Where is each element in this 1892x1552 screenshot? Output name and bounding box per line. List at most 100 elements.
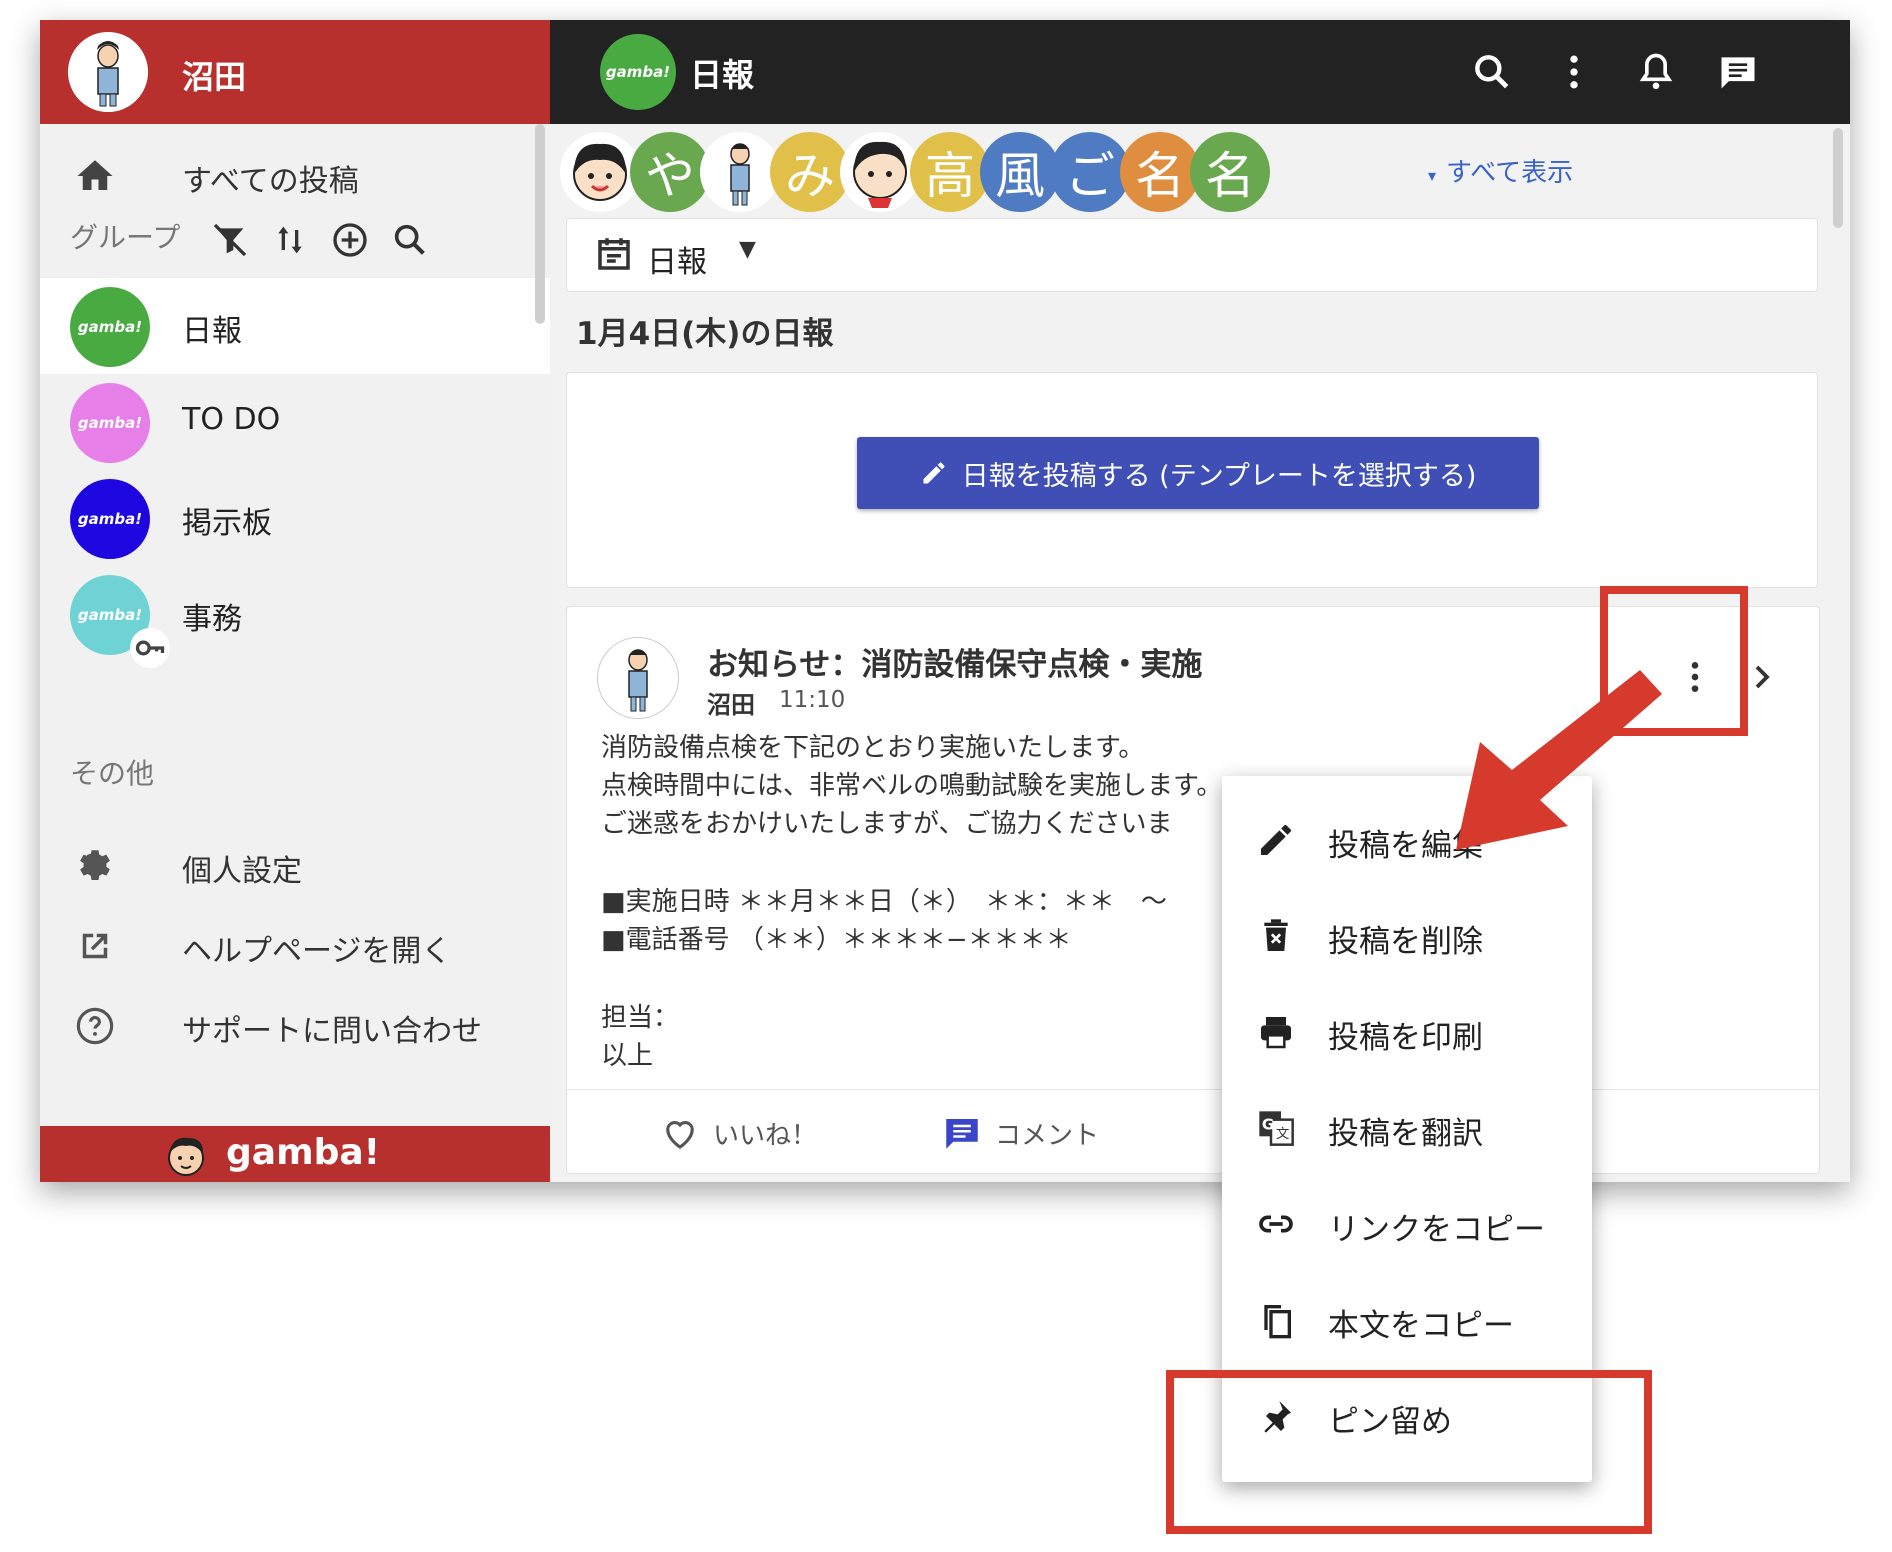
translate-icon: G文 bbox=[1259, 1111, 1294, 1146]
main-scrollbar[interactable] bbox=[1828, 128, 1848, 328]
post-author-avatar[interactable] bbox=[597, 637, 679, 719]
member-face-image bbox=[573, 143, 627, 201]
menu-item-label: 投稿を翻訳 bbox=[1328, 1116, 1483, 1152]
group-avatar: gamba! bbox=[70, 479, 150, 559]
copy-icon bbox=[1264, 1305, 1291, 1339]
nav-contact-support-label: サポートに問い合わせ bbox=[182, 1014, 482, 1049]
sidebar-scrollbar[interactable] bbox=[530, 124, 550, 744]
group-section-label: グループ bbox=[70, 221, 181, 254]
group-item-bulletin[interactable]: gamba! 掲示板 bbox=[40, 470, 550, 566]
group-logo: gamba! bbox=[600, 34, 676, 110]
group-label: 掲示板 bbox=[182, 506, 272, 541]
help-circle-icon bbox=[76, 1007, 114, 1045]
nav-contact-support[interactable]: サポートに問い合わせ bbox=[40, 980, 550, 1070]
other-section-label: その他 bbox=[70, 757, 155, 790]
filter-off-icon[interactable] bbox=[210, 220, 250, 260]
member-avatar[interactable]: や bbox=[630, 132, 710, 212]
nav-all-posts[interactable]: すべての投稿 bbox=[40, 130, 550, 220]
nav-personal-settings-label: 個人設定 bbox=[182, 854, 302, 889]
nav-open-help[interactable]: ヘルプページを開く bbox=[40, 900, 550, 990]
brand-name: gamba! bbox=[226, 1132, 381, 1173]
compose-card: 日報を投稿する (テンプレートを選択する) bbox=[566, 372, 1818, 588]
post-body-line: 担当： bbox=[601, 1003, 680, 1033]
compose-post-label: 日報を投稿する (テンプレートを選択する) bbox=[961, 460, 1477, 492]
mascot-logo-icon bbox=[168, 1137, 204, 1176]
gear-icon bbox=[80, 850, 110, 880]
key-icon bbox=[135, 640, 165, 656]
pencil-icon bbox=[923, 462, 945, 484]
sidebar-header: 沼田 bbox=[40, 20, 550, 124]
menu-item-translate-post[interactable]: G文 投稿を翻訳 bbox=[1222, 1080, 1592, 1176]
key-badge bbox=[130, 628, 170, 668]
group-title: 日報 bbox=[690, 56, 755, 94]
member-person-image bbox=[730, 143, 750, 206]
menu-item-label: 投稿を印刷 bbox=[1328, 1020, 1483, 1056]
caret-down-icon: ▾ bbox=[1428, 166, 1437, 185]
post-body-line: ご迷惑をおかけいたしますが、ご協力くださいま bbox=[601, 809, 1173, 839]
member-avatar[interactable] bbox=[700, 132, 780, 212]
member-avatar[interactable]: 名 bbox=[1120, 132, 1200, 212]
like-button[interactable]: いいね！ bbox=[659, 1112, 817, 1154]
date-heading: 1月4日(木)の日報 bbox=[576, 316, 834, 352]
group-label: 日報 bbox=[182, 314, 242, 349]
top-bar: gamba! 日報 bbox=[550, 20, 1850, 124]
menu-item-delete-post[interactable]: 投稿を削除 bbox=[1222, 888, 1592, 984]
menu-item-print-post[interactable]: 投稿を印刷 bbox=[1222, 984, 1592, 1080]
comment-icon bbox=[946, 1119, 978, 1149]
sort-icon[interactable] bbox=[270, 220, 310, 260]
sidebar-footer: gamba! bbox=[40, 1126, 550, 1182]
open-external-icon bbox=[82, 933, 108, 959]
menu-item-copy-text[interactable]: 本文をコピー bbox=[1222, 1272, 1592, 1368]
bell-icon[interactable] bbox=[1634, 50, 1678, 94]
show-all-link[interactable]: ▾ すべて表示 bbox=[1428, 152, 1573, 189]
group-item-nippo[interactable]: gamba! 日報 bbox=[40, 278, 550, 374]
nav-open-help-label: ヘルプページを開く bbox=[182, 934, 452, 969]
post-body-line: ■電話番号 （＊＊）＊＊＊＊−＊＊＊＊ bbox=[601, 925, 1072, 955]
nav-all-posts-label: すべての投稿 bbox=[182, 164, 359, 199]
menu-item-label: 投稿を削除 bbox=[1328, 924, 1483, 960]
annotation-arrow-icon bbox=[1456, 670, 1662, 850]
group-filter-select[interactable]: 日報 ▼ bbox=[566, 218, 1818, 292]
group-tools bbox=[210, 220, 430, 260]
user-name: 沼田 bbox=[182, 58, 247, 96]
like-label: いいね！ bbox=[713, 1120, 818, 1151]
pencil-icon bbox=[1261, 824, 1291, 855]
trash-icon bbox=[1264, 919, 1288, 951]
comment-button[interactable]: コメント bbox=[941, 1112, 1099, 1154]
menu-item-copy-link[interactable]: リンクをコピー bbox=[1222, 1176, 1592, 1272]
nav-personal-settings[interactable]: 個人設定 bbox=[40, 820, 550, 910]
member-avatar[interactable]: 名 bbox=[1190, 132, 1270, 212]
member-avatar[interactable]: み bbox=[770, 132, 850, 212]
post-author: 沼田 bbox=[707, 691, 755, 719]
group-label: 事務 bbox=[182, 602, 242, 637]
post-body-line: ■実施日時 ＊＊月＊＊日（＊） ＊＊：＊＊ ～ bbox=[601, 887, 1167, 917]
member-face-image bbox=[853, 141, 907, 208]
user-avatar[interactable] bbox=[68, 32, 148, 112]
member-avatar[interactable]: ご bbox=[1050, 132, 1130, 212]
filter-label: 日報 bbox=[647, 245, 707, 280]
link-icon bbox=[1259, 1215, 1293, 1233]
post-body-line: 点検時間中には、非常ベルの鳴動試験を実施します。 bbox=[601, 771, 1223, 801]
more-vert-icon[interactable] bbox=[1552, 50, 1596, 94]
post-body-line: 消防設備点検を下記のとおり実施いたします。 bbox=[601, 733, 1145, 763]
menu-item-label: 本文をコピー bbox=[1328, 1308, 1514, 1344]
chat-icon[interactable] bbox=[1716, 50, 1760, 94]
member-avatar[interactable]: 風 bbox=[980, 132, 1060, 212]
member-avatar[interactable]: 高 bbox=[910, 132, 990, 212]
group-item-office[interactable]: gamba! 事務 bbox=[40, 566, 550, 668]
highlight-pin-item bbox=[1166, 1370, 1652, 1534]
member-avatar[interactable] bbox=[560, 132, 640, 212]
calendar-icon bbox=[598, 238, 630, 270]
add-group-icon[interactable] bbox=[330, 220, 370, 260]
member-avatar[interactable] bbox=[840, 132, 920, 212]
svg-text:G: G bbox=[1262, 1116, 1274, 1134]
search-icon[interactable] bbox=[1470, 50, 1514, 94]
home-icon bbox=[77, 160, 113, 190]
search-groups-icon[interactable] bbox=[390, 220, 430, 260]
chevron-right-icon[interactable] bbox=[1747, 659, 1777, 695]
group-item-todo[interactable]: gamba! TO DO bbox=[40, 374, 550, 470]
compose-post-button[interactable]: 日報を投稿する (テンプレートを選択する) bbox=[857, 437, 1539, 509]
author-avatar-image bbox=[628, 649, 648, 712]
post-title: お知らせ：消防設備保守点検・実施 bbox=[707, 647, 1203, 683]
show-all-label: すべて表示 bbox=[1446, 158, 1574, 188]
